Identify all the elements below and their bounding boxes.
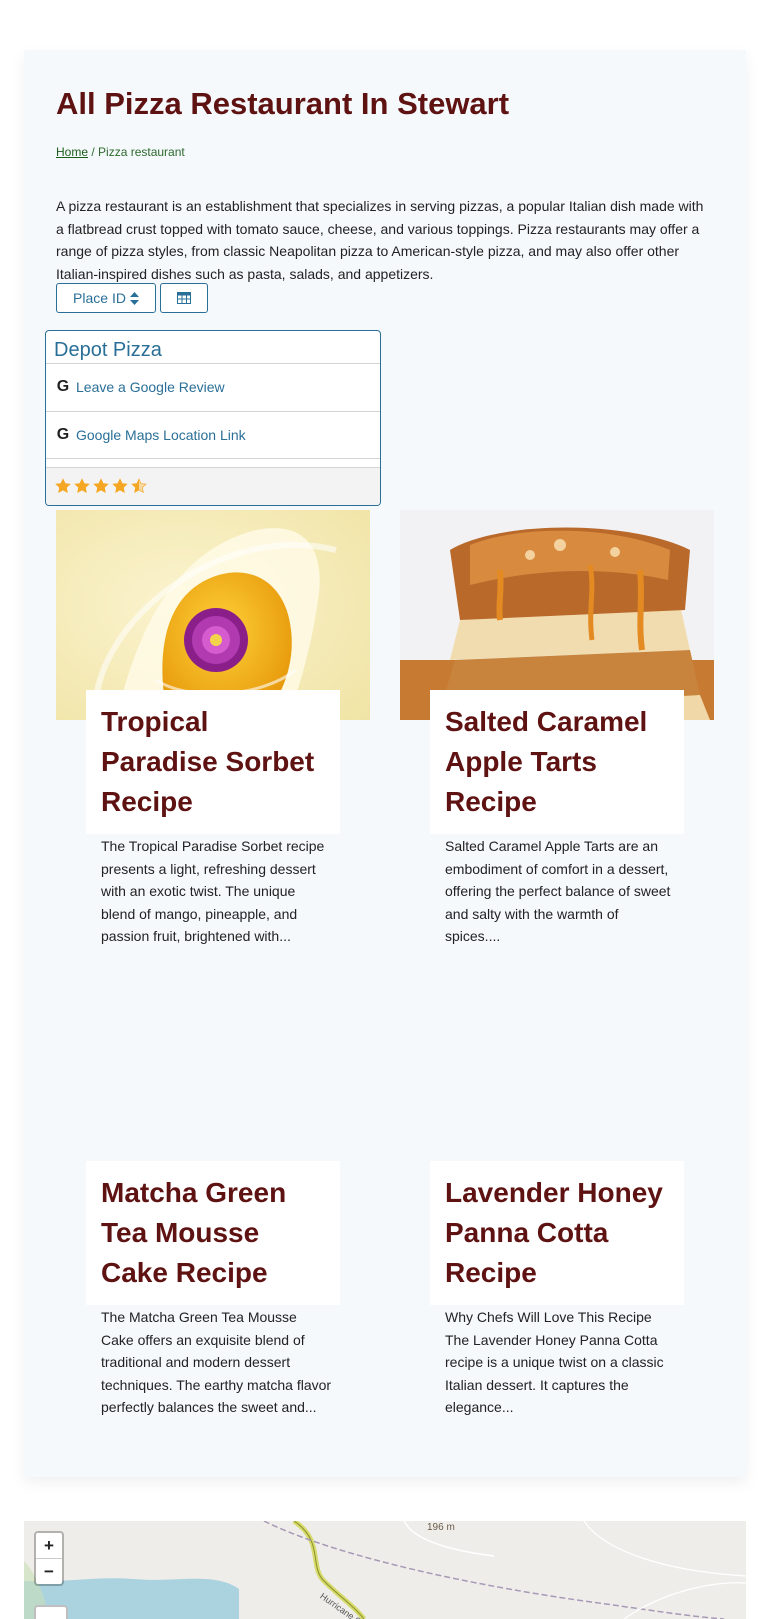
recipe-title-3[interactable]: Matcha Green Tea Mousse Cake Recipe	[101, 1173, 325, 1293]
recipe-card-3[interactable]: Matcha Green Tea Mousse Cake Recipe	[86, 1161, 340, 1305]
restaurant-card: Depot Pizza G Leave a Google Review G Go…	[45, 330, 381, 506]
star-rating	[55, 478, 147, 494]
google-maps-link[interactable]: G Google Maps Location Link	[56, 426, 246, 444]
recipe-title-1[interactable]: Tropical Paradise Sorbet Recipe	[101, 702, 325, 822]
recipe-description-3: The Matcha Green Tea Mousse Cake offers …	[101, 1309, 332, 1415]
star-icon	[74, 478, 90, 493]
restaurant-name: Depot Pizza	[54, 339, 162, 361]
google-maps-label: Google Maps Location Link	[76, 427, 246, 443]
recipe-card-2[interactable]: Salted Caramel Apple Tarts Recipe	[430, 690, 684, 834]
recipe-description-2: Salted Caramel Apple Tarts are an embodi…	[445, 838, 671, 944]
google-icon: G	[56, 426, 70, 443]
page-title: All Pizza Restaurant In Stewart	[56, 86, 510, 121]
recipe-card-4[interactable]: Lavender Honey Panna Cotta Recipe	[430, 1161, 684, 1305]
divider	[46, 411, 380, 412]
google-review-label: Leave a Google Review	[76, 379, 225, 395]
google-icon: G	[56, 378, 70, 395]
map-layers-button[interactable]	[34, 1605, 68, 1619]
sort-icon	[129, 291, 139, 305]
recipe-image-sorbet[interactable]	[56, 510, 370, 720]
map-elevation-label: 196 m	[427, 1522, 455, 1533]
star-icon	[55, 478, 71, 493]
place-id-label: Place ID	[73, 290, 126, 306]
table-view-button[interactable]	[160, 283, 208, 313]
divider	[46, 458, 380, 459]
recipe-title-4[interactable]: Lavender Honey Panna Cotta Recipe	[445, 1173, 669, 1293]
recipe-description-4: Why Chefs Will Love This Recipe The Lave…	[445, 1309, 664, 1415]
recipe-title-2[interactable]: Salted Caramel Apple Tarts Recipe	[445, 702, 669, 822]
divider	[46, 363, 380, 364]
breadcrumb-current: Pizza restaurant	[98, 145, 185, 159]
star-icon	[131, 478, 147, 493]
rating-footer	[46, 467, 380, 505]
place-id-button[interactable]: Place ID	[56, 283, 156, 313]
google-review-link[interactable]: G Leave a Google Review	[56, 378, 225, 396]
recipe-card-1[interactable]: Tropical Paradise Sorbet Recipe	[86, 690, 340, 834]
recipe-description-1: The Tropical Paradise Sorbet recipe pres…	[101, 838, 325, 944]
intro-text: A pizza restaurant is an establishment t…	[56, 198, 704, 282]
star-icon	[112, 478, 128, 493]
map-zoom-control: + −	[34, 1531, 64, 1586]
zoom-out-button[interactable]: −	[36, 1558, 62, 1584]
breadcrumb-home-link[interactable]: Home	[56, 145, 88, 159]
location-map[interactable]: 196 m Hurricane Cr + −	[24, 1521, 746, 1619]
recipe-image-caramel-tarts[interactable]	[400, 510, 714, 720]
table-icon	[177, 292, 191, 304]
breadcrumb-separator: /	[88, 145, 99, 159]
star-icon	[93, 478, 109, 493]
zoom-in-button[interactable]: +	[36, 1533, 62, 1558]
breadcrumb: Home / Pizza restaurant	[56, 145, 185, 159]
